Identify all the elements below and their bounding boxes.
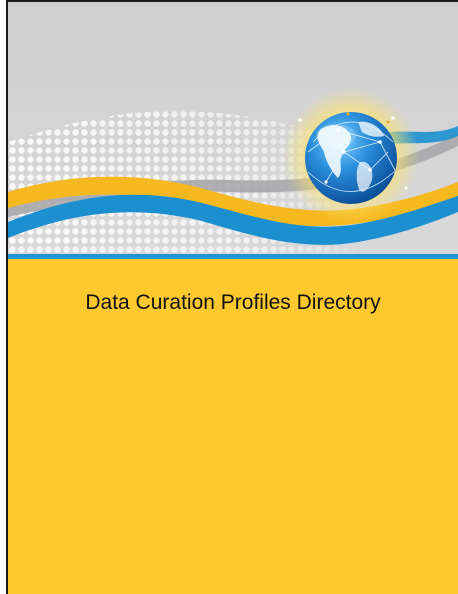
- cover-banner: [8, 2, 458, 254]
- globe-waves-illustration: [8, 2, 458, 254]
- globe-icon: [305, 112, 397, 204]
- document-cover: Data Curation Profiles Directory: [6, 0, 458, 594]
- document-title: Data Curation Profiles Directory: [85, 291, 381, 314]
- cover-panel: Data Curation Profiles Directory: [8, 259, 458, 594]
